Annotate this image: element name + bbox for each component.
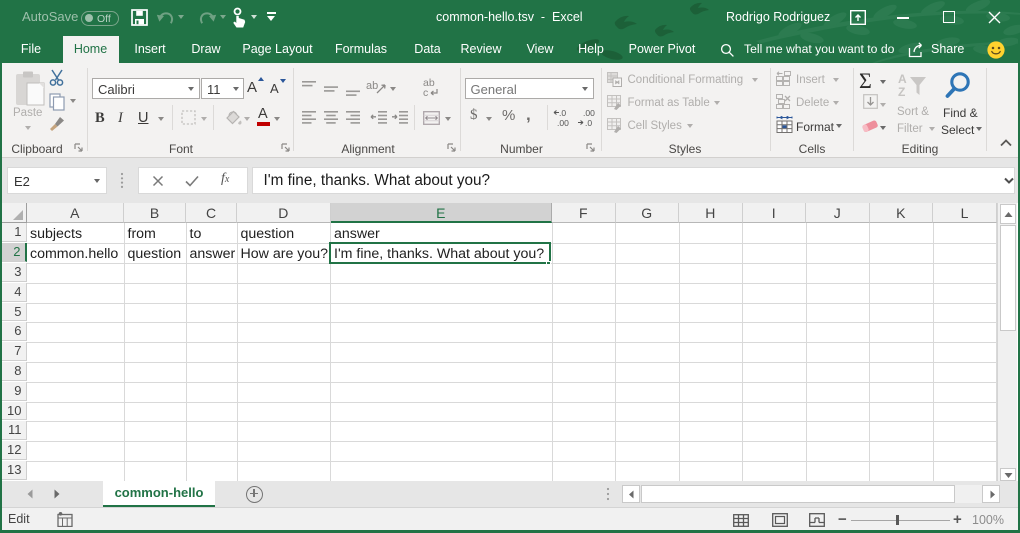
svg-text:ab: ab [366, 80, 378, 92]
svg-text:.0: .0 [585, 118, 592, 128]
svg-text:A: A [898, 72, 907, 86]
svg-text:.00: .00 [583, 108, 595, 118]
svg-text:.0: .0 [559, 108, 566, 118]
svg-text:Z: Z [898, 85, 905, 99]
svg-text:c: c [423, 87, 428, 97]
svg-text:.00: .00 [557, 118, 569, 128]
